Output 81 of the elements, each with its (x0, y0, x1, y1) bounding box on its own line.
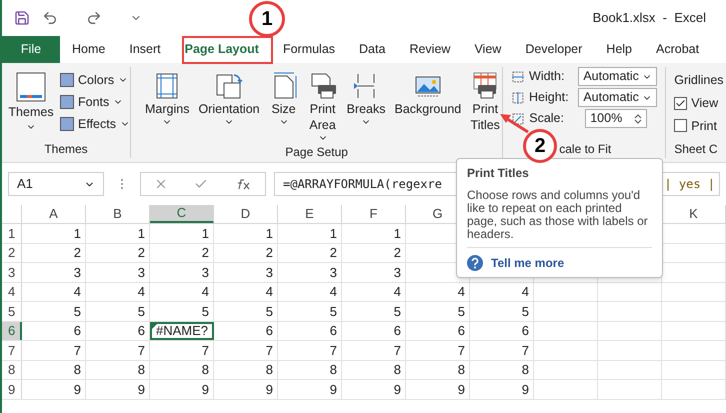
table-cell-text: 3 (138, 264, 145, 282)
table-cell-text: 8 (74, 361, 81, 379)
table-cell-text: 2 (74, 244, 81, 262)
table-cell-text: 4 (138, 283, 145, 301)
table-cell-text: 6 (330, 322, 337, 340)
table-cell-text: 6 (266, 322, 273, 340)
table-cell-text: 1 (202, 224, 209, 242)
table-cell-text: 2 (138, 244, 145, 262)
field-label: Height: (529, 89, 570, 106)
table-cell-text: 4 (266, 283, 273, 301)
table-cell-text: 6 (458, 322, 465, 340)
table-cell-text: 7 (138, 342, 145, 360)
table-cell-text: 8 (202, 361, 209, 379)
table-cell-text: 6 (394, 322, 401, 340)
table-cell-text: 8 (458, 361, 465, 379)
table-cell-text: 1 (394, 224, 401, 242)
table-cell-text: 2 (266, 244, 273, 262)
table-cell-text: 8 (138, 361, 145, 379)
checkbox-label: View (691, 94, 718, 112)
group-heading: Gridlines (674, 72, 724, 89)
table-cell-text: 6 (522, 322, 529, 340)
table-cell-text: 5 (138, 302, 145, 320)
table-cell-text: 9 (138, 380, 145, 398)
table-cell-text: 7 (458, 342, 465, 360)
group-label: Themes (43, 141, 89, 158)
table-cell-text: 9 (394, 380, 401, 398)
table-cell-text: 9 (74, 380, 81, 398)
table-cell-text: 1 (330, 224, 337, 242)
table-cell-text: 5 (202, 302, 209, 320)
table-cell-text: 4 (522, 283, 529, 301)
table-cell-text: 1 (138, 224, 145, 242)
table-cell-text: 1 (266, 224, 273, 242)
table-cell-text: 2 (330, 244, 337, 262)
tooltip-title: Print Titles (467, 166, 530, 180)
tooltip-text: Choose rows and columns you'd like to repeat on each printed page, such as those with labels or headers. (467, 189, 649, 241)
table-cell-text: 4 (74, 283, 81, 301)
table-cell-text: 4 (330, 283, 337, 301)
table-cell-text: 3 (330, 264, 337, 282)
table-cell-text: 7 (74, 342, 81, 360)
table-cell-text: 7 (522, 342, 529, 360)
table-cell-text: 8 (330, 361, 337, 379)
field-label: Width: (529, 68, 566, 86)
table-cell-text: 3 (394, 264, 401, 282)
table-cell-text: 2 (202, 244, 209, 262)
table-cell-text: 3 (266, 264, 273, 282)
table-cell-text: 9 (458, 380, 465, 398)
table-cell-text: 9 (266, 380, 273, 398)
group-label: cale to Fit (559, 141, 612, 158)
table-cell-text: 9 (202, 380, 209, 398)
table-cell-text: 6 (74, 322, 81, 340)
table-cell-text: 7 (266, 342, 273, 360)
table-cell-text: 4 (458, 283, 465, 301)
table-cell-text: 8 (266, 361, 273, 379)
table-cell-text: 6 (138, 322, 145, 340)
table-cell-text: 2 (394, 244, 401, 262)
table-cell-text: 5 (458, 302, 465, 320)
table-cell-text: 5 (74, 302, 81, 320)
table-cell-text: 9 (330, 380, 337, 398)
table-cell-text: 7 (202, 342, 209, 360)
field-label: Scale: (529, 110, 565, 128)
table-cell-text: 5 (522, 302, 529, 320)
table-cell-text: 5 (330, 302, 337, 320)
checkbox-label: Print (691, 118, 717, 134)
table-cell-text: 8 (522, 361, 529, 379)
formula-text: =@ARRAYFORMULA(regexre (283, 176, 442, 193)
table-cell-text: #NAME? (156, 322, 208, 340)
window-title: Book1.xlsx - Excel (592, 9, 707, 28)
table-cell-text: 7 (330, 342, 337, 360)
table-cell-text: 7 (394, 342, 401, 360)
table-cell-text: 4 (394, 283, 401, 301)
table-cell-text: 3 (74, 264, 81, 282)
table-cell-text: 9 (522, 380, 529, 398)
group-label: Page Setup (284, 144, 349, 161)
group-label: Sheet C (674, 141, 719, 158)
table-cell-text: 5 (266, 302, 273, 320)
table-cell-text: 5 (394, 302, 401, 320)
formula-text: | yes | (664, 176, 715, 193)
table-cell-text: 4 (202, 283, 209, 301)
table-cell-text: 8 (394, 361, 401, 379)
table-cell-text: 3 (202, 264, 209, 282)
table-cell-text: 1 (74, 224, 81, 242)
